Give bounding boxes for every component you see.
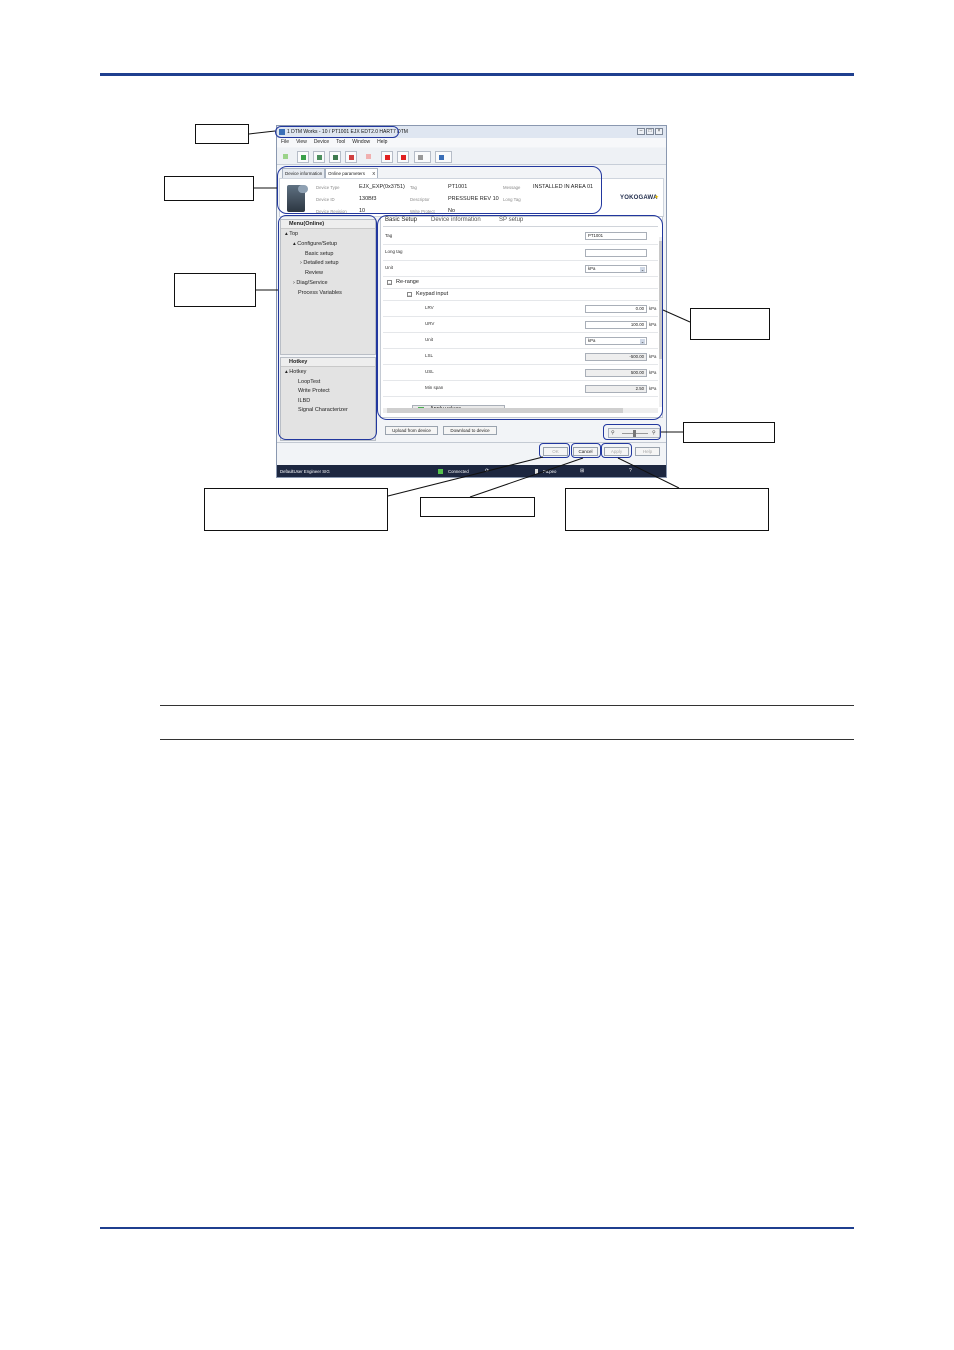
- callout-cancel: [420, 497, 535, 517]
- callout-title-bar: [195, 124, 249, 144]
- callout-ok: [204, 488, 388, 531]
- callout-menu-pane: [174, 273, 256, 307]
- callout-device-header: [164, 176, 254, 201]
- callout-leaders: [248, 130, 691, 498]
- callout-parameter-pane: [690, 308, 770, 340]
- callout-apply: [565, 488, 769, 531]
- callout-zoom: [683, 422, 775, 443]
